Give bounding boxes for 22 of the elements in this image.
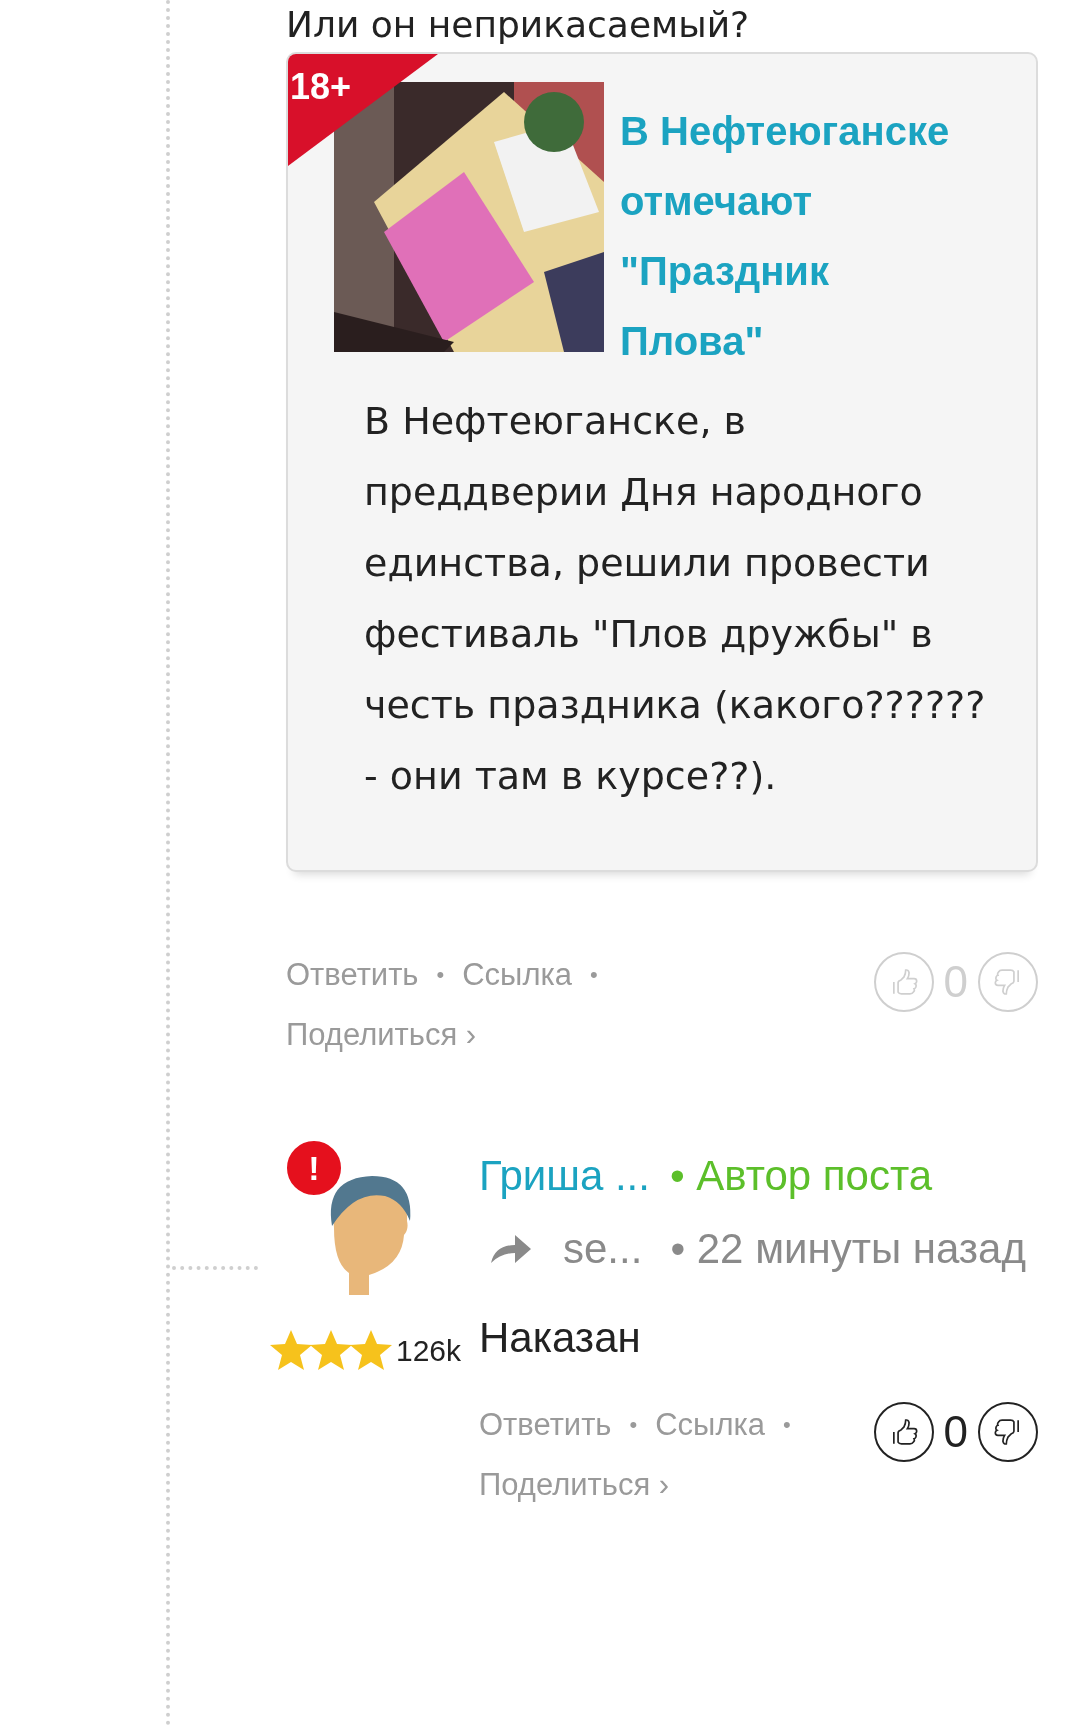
action-link[interactable]: Ответить [479, 1401, 612, 1448]
separator-dot: • [436, 961, 445, 989]
rating-count: 126k [396, 1334, 462, 1368]
separator-dot: • [629, 1410, 638, 1439]
separator-dot: • [782, 1410, 791, 1439]
warning-badge: ! [284, 1138, 344, 1198]
author-name[interactable]: Гриша ... [479, 1151, 650, 1199]
action-link[interactable]: Поделиться › [479, 1461, 670, 1508]
comment-text: Или он неприкасаемый? [286, 3, 751, 47]
card-title-link[interactable]: В Нефтеюганске отмечают "Праздник Плова" [620, 96, 960, 376]
comment-text: Наказан [479, 1313, 642, 1362]
vote-score: 0 [943, 1406, 968, 1457]
action-link[interactable]: Поделиться › [286, 1012, 477, 1058]
separator-dot: • [589, 961, 598, 989]
action-link[interactable]: Ответить [286, 952, 419, 998]
reply-to-user[interactable]: se... [563, 1224, 643, 1272]
action-link[interactable]: Ссылка [462, 952, 572, 998]
author-role: • Автор поста [669, 1151, 933, 1199]
comment-time: • 22 минуты назад [670, 1224, 1026, 1272]
action-link[interactable]: Ссылка [655, 1401, 765, 1448]
card-description: В Нефтеюганске, в преддверии Дня народного единства, решили провести фестиваль "Плов дружбы" в честь праздника (какого?????? - они там в курсе??). [363, 398, 987, 800]
link-card[interactable]: 18+ В Нефтеюганске отмечают "Праздник Плова" В Нефтеюганске, в преддверии Дня народного единства, решили провести фестиваль "Плов дружбы" в честь праздника (какого?????? - они там в курсе??). [286, 52, 1038, 872]
